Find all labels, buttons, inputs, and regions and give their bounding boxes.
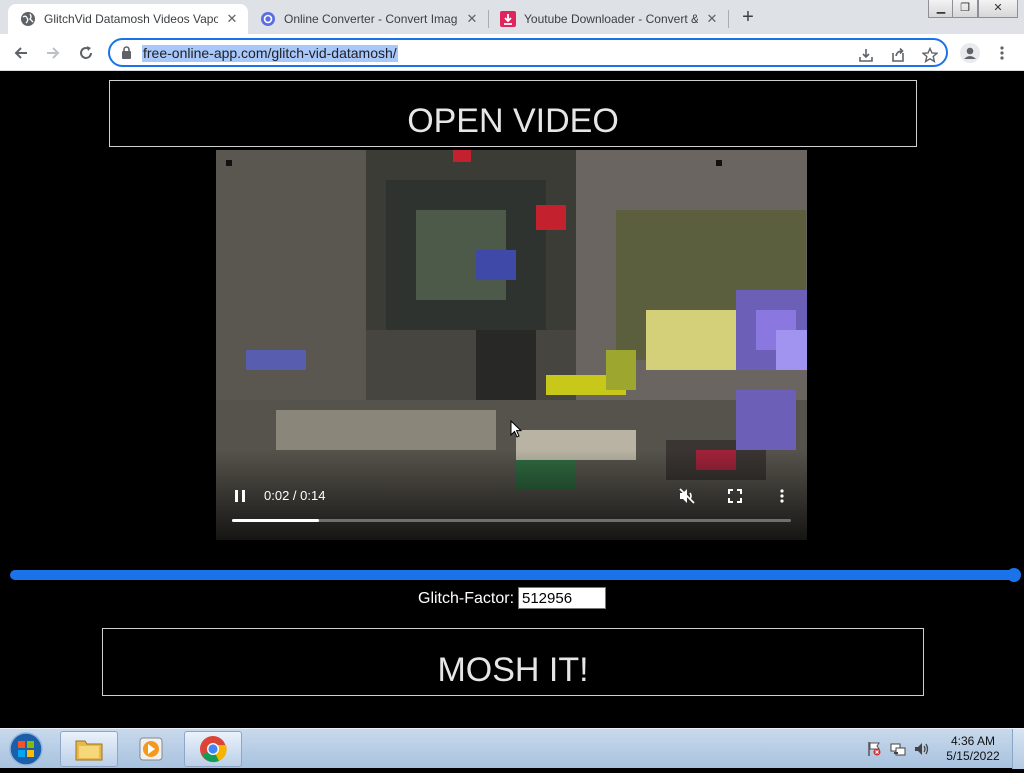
system-clock[interactable]: 4:36 AM 5/15/2022 <box>940 734 1006 764</box>
minimize-button[interactable]: ▁ <box>928 0 954 18</box>
action-center-flag-icon[interactable] <box>866 741 882 757</box>
tab-online-converter[interactable]: Online Converter - Convert Imag ✕ <box>248 4 488 34</box>
install-app-icon[interactable] <box>856 45 876 65</box>
glitch-factor-slider[interactable] <box>10 568 1021 582</box>
fullscreen-icon <box>728 489 742 503</box>
muted-speaker-icon <box>679 488 695 504</box>
start-button[interactable] <box>6 730 46 768</box>
glitch-factor-label: Glitch-Factor: <box>418 590 515 607</box>
browser-tab-strip: GlitchVid Datamosh Videos Vapo ✕ Online … <box>0 0 1024 34</box>
converter-icon <box>261 12 275 26</box>
browser-toolbar: free-online-app.com/glitch-vid-datamosh/ <box>0 34 1024 71</box>
back-button[interactable] <box>7 39 35 67</box>
download-icon <box>500 11 516 27</box>
taskbar-chrome[interactable] <box>184 731 242 767</box>
glitch-factor-input[interactable] <box>518 587 606 609</box>
windows-taskbar: 4:36 AM 5/15/2022 <box>0 728 1024 769</box>
taskbar-media-player[interactable] <box>122 731 180 767</box>
chrome-icon <box>200 736 227 763</box>
video-options-button[interactable] <box>772 485 792 507</box>
clock-time: 4:36 AM <box>950 734 996 748</box>
pause-button[interactable] <box>230 486 250 506</box>
folder-icon <box>75 740 103 761</box>
close-window-button[interactable]: ✕ <box>978 0 1018 18</box>
volume-icon[interactable] <box>914 741 930 757</box>
bookmark-star-icon[interactable] <box>920 45 940 65</box>
profile-button[interactable] <box>956 39 984 67</box>
forward-button[interactable] <box>39 39 67 67</box>
tab-title: Online Converter - Convert Imag <box>284 12 458 26</box>
fullscreen-button[interactable] <box>724 485 746 507</box>
close-tab-icon[interactable]: ✕ <box>464 11 480 27</box>
profile-avatar-icon <box>960 43 980 63</box>
globe-icon <box>21 12 35 26</box>
clock-date: 5/15/2022 <box>946 749 1000 763</box>
video-progress-fill <box>232 519 319 522</box>
video-progress-bar[interactable] <box>232 519 791 522</box>
pause-icon <box>235 490 245 502</box>
share-icon[interactable] <box>888 45 908 65</box>
mouse-cursor-icon <box>510 420 522 438</box>
lock-icon <box>122 46 131 59</box>
video-time: 0:02 / 0:14 <box>264 488 326 503</box>
media-player-icon <box>139 737 163 761</box>
mosh-it-button[interactable]: MOSH IT! <box>102 628 924 696</box>
restore-button[interactable]: ❐ <box>952 0 978 18</box>
tab-separator <box>728 10 729 28</box>
address-bar[interactable]: free-online-app.com/glitch-vid-datamosh/ <box>108 38 948 67</box>
page-content: OPEN VIDEO 0:02 / 0:14 Glitch-Factor: 51… <box>0 72 1024 728</box>
close-tab-icon[interactable]: ✕ <box>224 11 240 27</box>
kebab-menu-icon <box>1000 46 1004 60</box>
tab-title: Youtube Downloader - Convert & <box>524 12 698 26</box>
tab-youtube-downloader[interactable]: Youtube Downloader - Convert & ✕ <box>488 4 728 34</box>
close-tab-icon[interactable]: ✕ <box>704 11 720 27</box>
new-tab-button[interactable]: + <box>736 6 760 30</box>
mute-button[interactable] <box>676 485 698 507</box>
forward-arrow-icon <box>47 47 60 59</box>
url-text[interactable]: free-online-app.com/glitch-vid-datamosh/ <box>142 45 398 62</box>
video-player[interactable]: 0:02 / 0:14 <box>216 150 807 540</box>
open-video-button[interactable]: OPEN VIDEO <box>109 80 917 147</box>
reload-icon <box>80 46 92 59</box>
slider-thumb[interactable] <box>1007 568 1021 582</box>
kebab-menu-icon <box>780 489 784 503</box>
windows-logo-icon <box>9 732 43 766</box>
network-icon[interactable] <box>890 741 906 757</box>
taskbar-explorer[interactable] <box>60 731 118 767</box>
browser-menu-button[interactable] <box>988 39 1016 67</box>
tab-glitchvid[interactable]: GlitchVid Datamosh Videos Vapo ✕ <box>8 4 248 34</box>
reload-button[interactable] <box>72 39 100 67</box>
show-desktop-button[interactable] <box>1012 729 1024 769</box>
tab-title: GlitchVid Datamosh Videos Vapo <box>44 12 218 26</box>
back-arrow-icon <box>14 47 27 59</box>
